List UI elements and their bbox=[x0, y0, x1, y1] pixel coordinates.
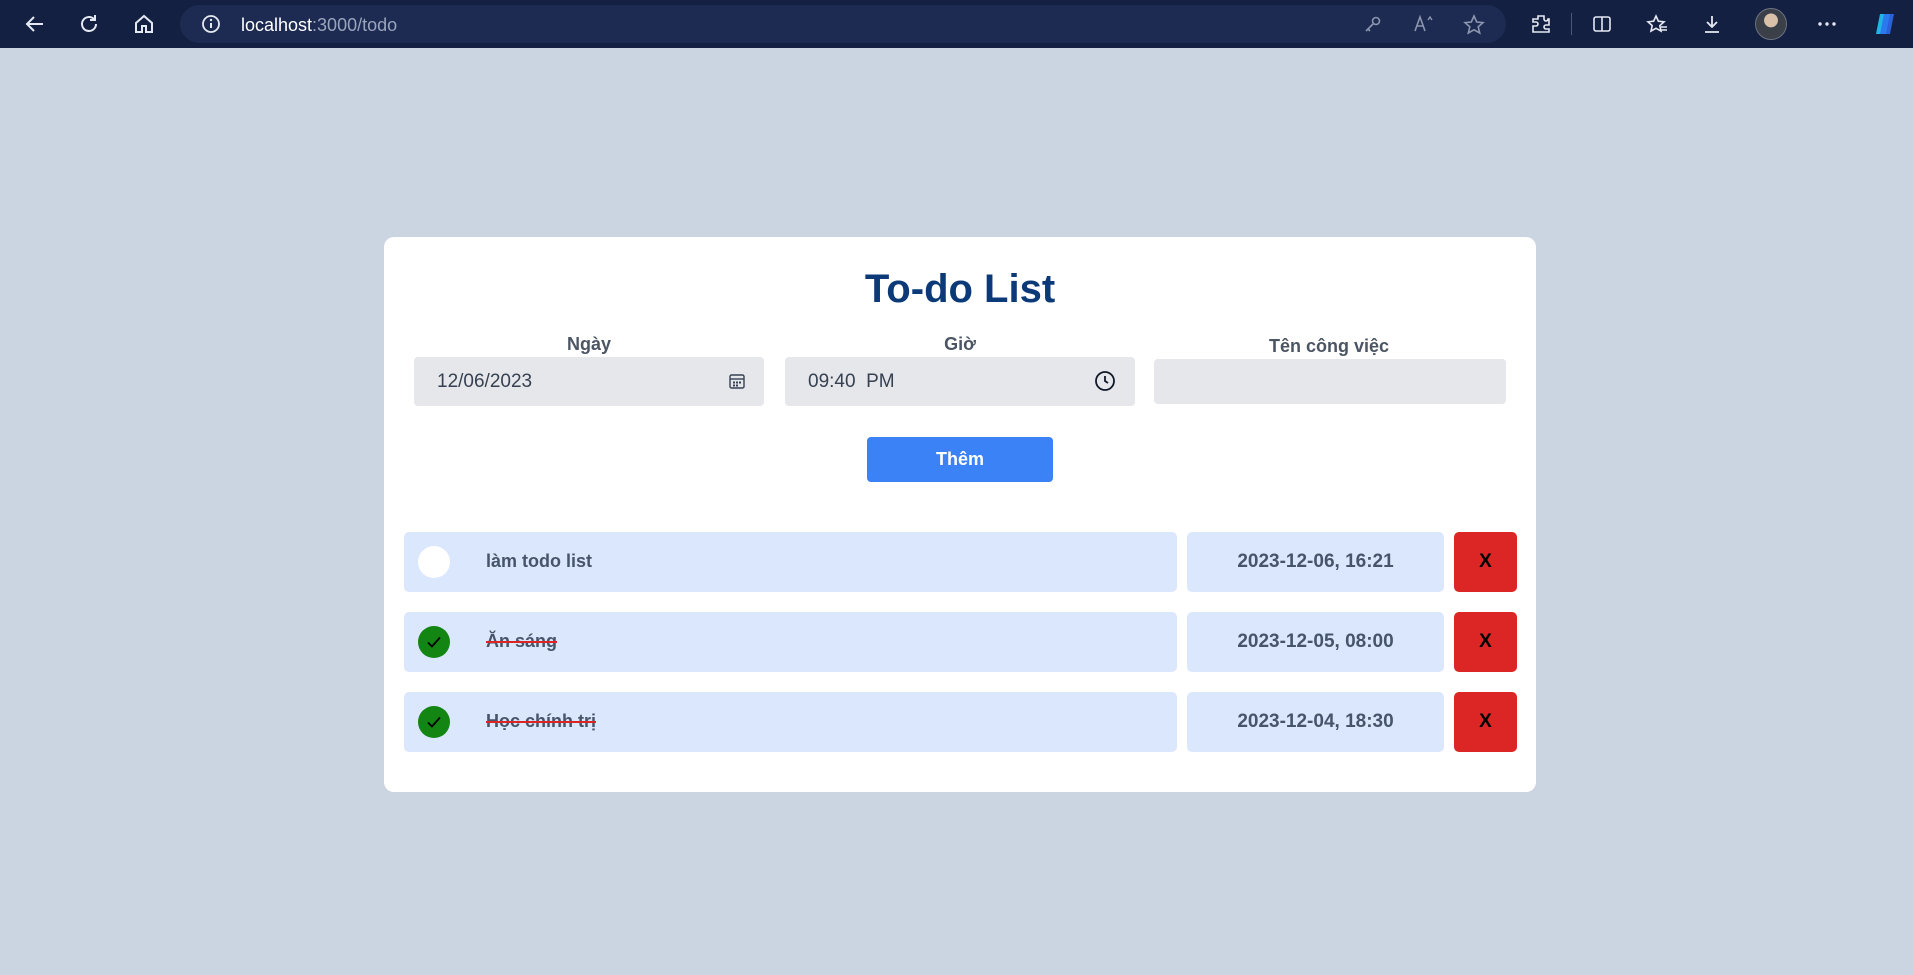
add-button[interactable]: Thêm bbox=[867, 437, 1053, 482]
todo-text: Học chính trị bbox=[486, 711, 597, 731]
todo-item: Ăn sáng 2023-12-05, 08:00 X bbox=[404, 612, 1517, 672]
split-screen-icon[interactable] bbox=[1588, 10, 1616, 38]
date-input[interactable]: 12/06/2023 bbox=[414, 357, 764, 406]
url-text[interactable]: localhost:3000/todo bbox=[241, 15, 397, 36]
task-name-input[interactable] bbox=[1154, 359, 1506, 404]
todo-item-body[interactable]: Ăn sáng bbox=[404, 612, 1177, 672]
todo-card: To-do List Ngày 12/06/2023 Giờ 09:40 PM … bbox=[384, 237, 1536, 792]
info-icon[interactable] bbox=[201, 14, 221, 39]
todo-item: làm todo list 2023-12-06, 16:21 X bbox=[404, 532, 1517, 592]
url-host: localhost bbox=[241, 15, 313, 35]
date-label: Ngày bbox=[566, 334, 611, 354]
profile-avatar[interactable] bbox=[1755, 8, 1787, 40]
key-icon[interactable] bbox=[1363, 14, 1383, 39]
todo-text: làm todo list bbox=[486, 551, 593, 571]
complete-toggle[interactable] bbox=[418, 626, 450, 658]
extensions-icon[interactable] bbox=[1527, 10, 1555, 38]
calendar-icon[interactable] bbox=[725, 369, 749, 393]
complete-toggle[interactable] bbox=[418, 706, 450, 738]
home-icon[interactable] bbox=[130, 10, 158, 38]
read-aloud-icon[interactable] bbox=[1413, 14, 1435, 39]
delete-button[interactable]: X bbox=[1454, 532, 1517, 592]
time-label: Giờ bbox=[944, 334, 976, 354]
todo-datetime: 2023-12-04, 18:30 bbox=[1187, 692, 1444, 752]
copilot-icon[interactable] bbox=[1871, 10, 1899, 38]
todo-item-body[interactable]: làm todo list bbox=[404, 532, 1177, 592]
complete-toggle[interactable] bbox=[418, 546, 450, 578]
todo-text: Ăn sáng bbox=[486, 631, 558, 651]
delete-button[interactable]: X bbox=[1454, 692, 1517, 752]
toolbar-divider bbox=[1571, 13, 1572, 35]
todo-item-body[interactable]: Học chính trị bbox=[404, 692, 1177, 752]
refresh-icon[interactable] bbox=[75, 10, 103, 38]
more-options-icon[interactable] bbox=[1813, 10, 1841, 38]
todo-datetime: 2023-12-06, 16:21 bbox=[1187, 532, 1444, 592]
clock-icon[interactable] bbox=[1093, 369, 1117, 393]
favorite-star-icon[interactable] bbox=[1463, 14, 1485, 41]
todo-item: Học chính trị 2023-12-04, 18:30 X bbox=[404, 692, 1517, 752]
time-input[interactable]: 09:40 PM bbox=[785, 357, 1135, 406]
favorites-icon[interactable] bbox=[1643, 10, 1671, 38]
delete-button[interactable]: X bbox=[1454, 612, 1517, 672]
address-bar[interactable]: localhost:3000/todo bbox=[180, 5, 1506, 43]
time-value: 09:40 PM bbox=[808, 371, 895, 392]
checkmark-icon bbox=[427, 716, 441, 728]
page-title: To-do List bbox=[864, 267, 1056, 311]
checkmark-icon bbox=[427, 636, 441, 648]
todo-datetime: 2023-12-05, 08:00 bbox=[1187, 612, 1444, 672]
browser-toolbar: localhost:3000/todo bbox=[0, 0, 1913, 48]
back-icon[interactable] bbox=[21, 10, 49, 38]
url-path: :3000/todo bbox=[312, 15, 398, 35]
task-name-label: Tên công việc bbox=[1268, 336, 1390, 356]
date-value: 12/06/2023 bbox=[437, 371, 533, 392]
download-icon[interactable] bbox=[1698, 10, 1726, 38]
